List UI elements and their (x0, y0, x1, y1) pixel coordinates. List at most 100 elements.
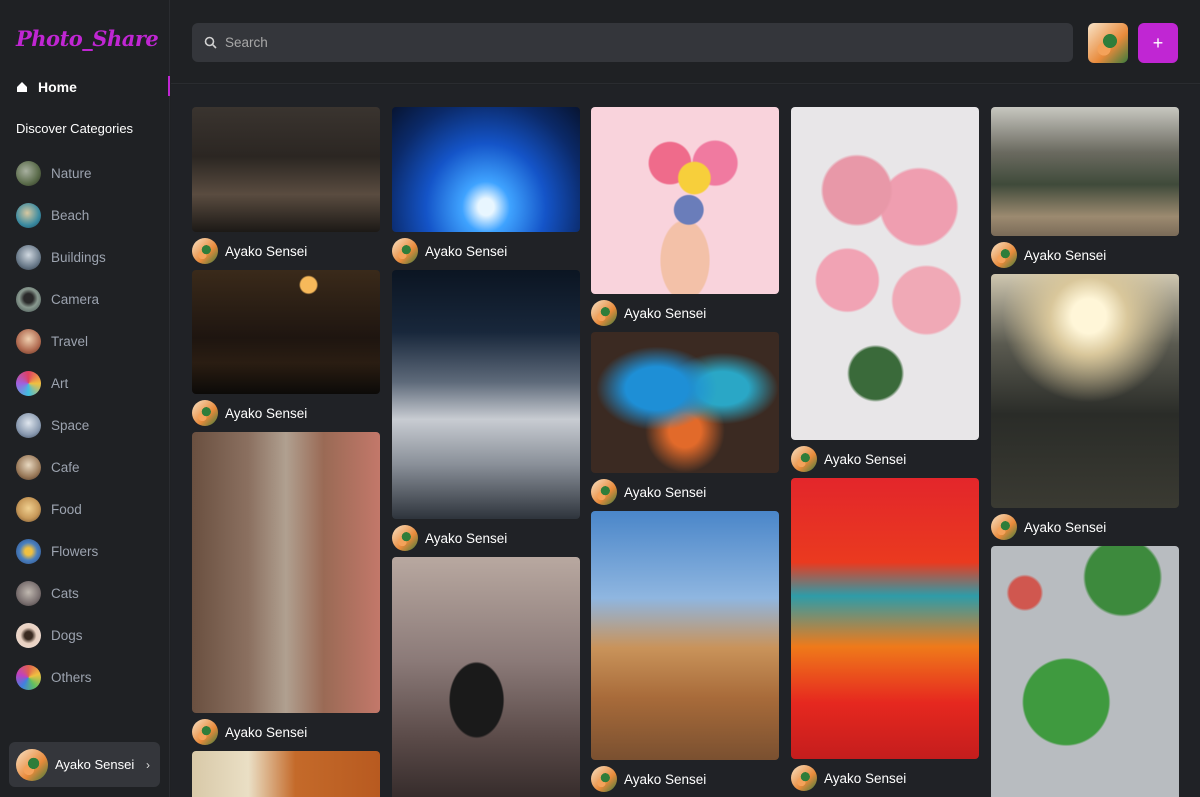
category-label: Cafe (51, 459, 80, 475)
search-bar[interactable] (192, 23, 1073, 62)
pin-image[interactable] (392, 107, 580, 232)
chevron-right-icon: › (146, 757, 150, 772)
category-item-art[interactable]: Art (16, 362, 166, 404)
pin-author[interactable]: Ayako Sensei (591, 294, 779, 332)
pin-author[interactable]: Ayako Sensei (991, 236, 1179, 274)
category-label: Buildings (51, 249, 106, 265)
pin-image[interactable] (192, 270, 380, 394)
avatar (591, 766, 617, 792)
category-item-travel[interactable]: Travel (16, 320, 166, 362)
avatar (591, 479, 617, 505)
pin-author[interactable]: Ayako Sensei (591, 760, 779, 797)
author-name: Ayako Sensei (225, 405, 308, 421)
pin-author[interactable]: Ayako Sensei (392, 519, 580, 557)
pin-card: Ayako Sensei (591, 332, 779, 511)
category-label: Travel (51, 333, 89, 349)
pin-author[interactable]: Ayako Sensei (192, 232, 380, 270)
pin-image[interactable] (192, 432, 380, 713)
feed-column: Ayako Sensei Ayako Sensei (392, 107, 580, 797)
sidebar: Photo_Share Home Discover Categories Nat… (0, 0, 170, 797)
pin-image[interactable] (591, 107, 779, 294)
app-logo[interactable]: Photo_Share (16, 26, 159, 51)
avatar (991, 514, 1017, 540)
category-item-cafe[interactable]: Cafe (16, 446, 166, 488)
pin-author[interactable]: Ayako Sensei (192, 394, 380, 432)
author-name: Ayako Sensei (425, 243, 508, 259)
categories-heading: Discover Categories (16, 121, 134, 136)
pin-card: Ayako Sensei (192, 432, 380, 751)
avatar (392, 525, 418, 551)
author-name: Ayako Sensei (824, 451, 907, 467)
category-item-cats[interactable]: Cats (16, 572, 166, 614)
pin-image[interactable] (991, 107, 1179, 236)
nav-home[interactable]: Home (16, 76, 170, 98)
category-thumbnail (16, 412, 41, 438)
avatar (591, 300, 617, 326)
category-label: Beach (51, 207, 90, 223)
home-icon (17, 82, 27, 92)
category-item-buildings[interactable]: Buildings (16, 236, 166, 278)
header-avatar[interactable] (1088, 23, 1128, 63)
pin-card: Ayako Sensei (791, 478, 979, 797)
category-label: Flowers (51, 543, 99, 559)
user-name: Ayako Sensei (55, 757, 135, 772)
pin-author[interactable]: Ayako Sensei (991, 508, 1179, 546)
pin-card: Ayako Sensei (791, 107, 979, 478)
search-input[interactable] (225, 35, 1025, 50)
pin-card: Ayako Sensei (392, 107, 580, 270)
user-profile-button[interactable]: Ayako Sensei › (9, 742, 160, 787)
pin-image[interactable] (791, 107, 979, 440)
category-item-food[interactable]: Food (16, 488, 166, 530)
author-name: Ayako Sensei (624, 771, 707, 787)
author-name: Ayako Sensei (624, 484, 707, 500)
pin-author[interactable]: Ayako Sensei (591, 473, 779, 511)
category-item-others[interactable]: Others (16, 656, 166, 698)
category-item-dogs[interactable]: Dogs (16, 614, 166, 656)
feed-column: Ayako Sensei Ayako Sensei Ayako Sensei (591, 107, 779, 797)
pin-image[interactable] (591, 511, 779, 760)
feed-column: Ayako Sensei Ayako Sensei (991, 107, 1179, 797)
category-item-camera[interactable]: Camera (16, 278, 166, 320)
pin-card (392, 557, 580, 797)
category-thumbnail (16, 454, 41, 480)
category-thumbnail (16, 244, 41, 270)
pin-image[interactable] (392, 270, 580, 519)
category-item-space[interactable]: Space (16, 404, 166, 446)
category-thumbnail (16, 496, 41, 522)
avatar (192, 400, 218, 426)
pin-author[interactable]: Ayako Sensei (392, 232, 580, 270)
add-pin-button[interactable]: + (1138, 23, 1178, 63)
author-name: Ayako Sensei (1024, 247, 1107, 263)
pin-card: Ayako Sensei (991, 274, 1179, 546)
pin-image[interactable] (991, 546, 1179, 797)
pin-image[interactable] (591, 332, 779, 473)
pin-author[interactable]: Ayako Sensei (192, 713, 380, 751)
pin-author[interactable]: Ayako Sensei (791, 759, 979, 797)
category-label: Art (51, 375, 69, 391)
search-icon (204, 36, 217, 49)
category-label: Nature (51, 165, 92, 181)
pin-card: Ayako Sensei (192, 107, 380, 270)
pin-author[interactable]: Ayako Sensei (791, 440, 979, 478)
pin-image[interactable] (192, 751, 380, 797)
pin-card: Ayako Sensei (392, 270, 580, 557)
pin-image[interactable] (192, 107, 380, 232)
category-list: Nature Beach Buildings Camera Travel Art (16, 152, 166, 698)
pin-card: Ayako Sensei (591, 511, 779, 797)
category-thumbnail (16, 370, 41, 396)
pin-image[interactable] (791, 478, 979, 759)
category-item-flowers[interactable]: Flowers (16, 530, 166, 572)
avatar (392, 238, 418, 264)
category-item-beach[interactable]: Beach (16, 194, 166, 236)
pin-image[interactable] (991, 274, 1179, 508)
avatar (791, 765, 817, 791)
category-label: Cats (51, 585, 79, 601)
pin-card: Ayako Sensei (591, 107, 779, 332)
category-item-nature[interactable]: Nature (16, 152, 166, 194)
pin-image[interactable] (392, 557, 580, 797)
pin-card: Ayako Sensei (192, 270, 380, 432)
avatar (791, 446, 817, 472)
avatar (192, 719, 218, 745)
author-name: Ayako Sensei (225, 724, 308, 740)
author-name: Ayako Sensei (624, 305, 707, 321)
